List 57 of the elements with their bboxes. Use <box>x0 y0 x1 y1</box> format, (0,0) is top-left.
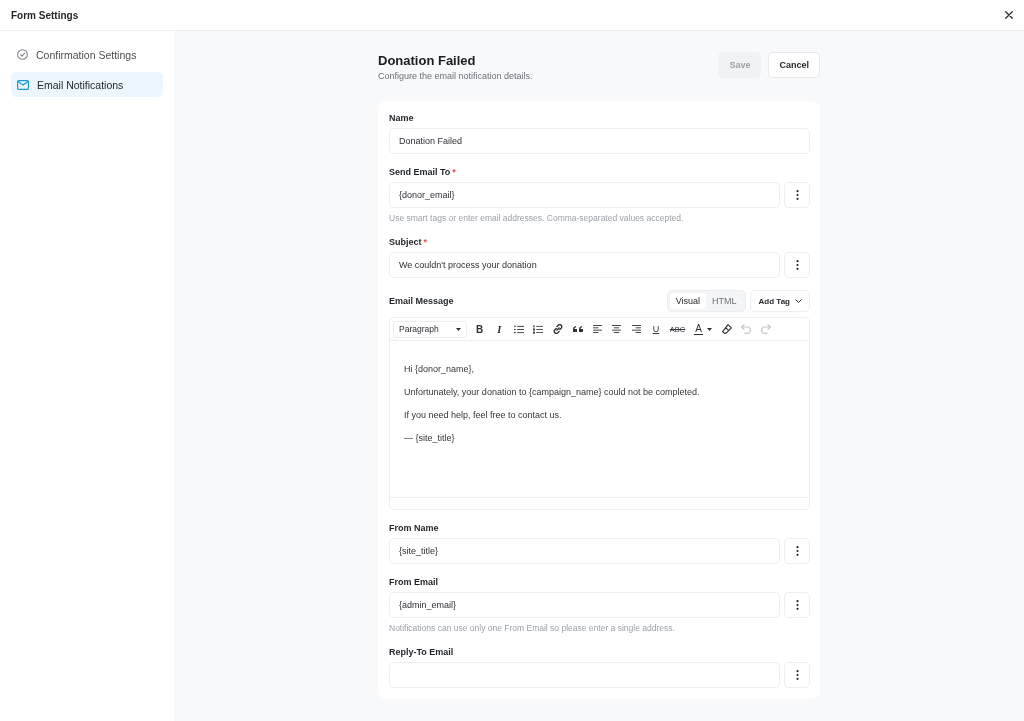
input-field[interactable]: We couldn't process your donation <box>389 252 780 278</box>
input-field[interactable]: {admin_email} <box>389 592 780 618</box>
undo-icon <box>741 324 752 334</box>
more-icon <box>795 600 799 610</box>
input-field[interactable]: {donor_email} <box>389 182 780 208</box>
sidebar-item[interactable]: Email Notifications <box>11 72 163 97</box>
required-mark: * <box>452 166 456 178</box>
mode-tab[interactable]: Visual <box>669 293 707 309</box>
align-center-icon <box>612 325 622 333</box>
message-paragraph: — {site_title} <box>404 433 456 444</box>
more-icon <box>795 260 799 270</box>
message-paragraph: If you need help, feel free to contact us. <box>404 410 563 421</box>
more-icon <box>795 670 799 680</box>
message-field[interactable]: Hi {donor_name}, Unfortunately, your donation to {campaign_name} could not be completed. If you need help, feel free to contact us. — {site_title} <box>390 341 809 497</box>
input-field[interactable]: Donation Failed <box>389 128 810 154</box>
text-color-button[interactable]: A <box>690 320 717 338</box>
link-icon <box>552 324 563 334</box>
check-circle-icon <box>17 49 28 60</box>
field-label: Subject <box>389 236 422 248</box>
help-text: Notifications can use only one From Email so please enter a single address. <box>389 623 676 634</box>
format-dropdown[interactable]: Paragraph <box>393 320 467 338</box>
mail-icon <box>17 79 29 90</box>
cancel-button[interactable]: Cancel <box>768 52 820 78</box>
field-label: Name <box>389 112 414 124</box>
field-label: Reply-To Email <box>389 646 454 658</box>
add-tag-dropdown[interactable]: Add Tag <box>749 290 810 312</box>
field-label: From Name <box>389 522 439 534</box>
numbered-list-icon <box>533 324 544 334</box>
quote-icon <box>572 326 583 332</box>
bullet-list-icon <box>513 324 524 334</box>
caret-icon <box>456 327 461 331</box>
required-mark: * <box>423 236 428 248</box>
more-icon <box>795 546 799 556</box>
align-left-icon <box>592 325 602 333</box>
help-text: Use smart tags or enter email addresses. Comma-separated values accepted. <box>389 213 685 224</box>
sidebar-item[interactable]: Confirmation Settings <box>11 42 163 67</box>
field-label: Email Message <box>389 295 454 307</box>
more-icon <box>795 190 799 200</box>
bold-button[interactable]: B <box>470 320 489 338</box>
page-subtitle: Configure the email notification details. <box>378 71 533 82</box>
italic-button[interactable]: I <box>490 320 509 338</box>
field-label: From Email <box>389 576 438 588</box>
window-title: Form Settings <box>11 9 79 21</box>
page-title: Donation Failed <box>378 53 477 69</box>
underline-button[interactable]: U <box>646 320 665 338</box>
input-field[interactable]: {site_title} <box>389 538 780 564</box>
chevron-down-icon <box>795 298 802 304</box>
redo-icon <box>760 324 771 334</box>
caret-icon <box>706 327 712 331</box>
close-icon <box>1005 11 1013 19</box>
align-right-icon <box>631 325 641 333</box>
message-paragraph: Unfortunately, your donation to {campaign_name} could not be completed. <box>404 387 701 398</box>
message-paragraph: Hi {donor_name}, <box>404 364 476 375</box>
eraser-icon <box>721 324 732 334</box>
field-label: Send Email To <box>389 166 451 178</box>
close-button[interactable] <box>1005 11 1013 19</box>
mode-tab[interactable]: HTML <box>706 293 743 309</box>
